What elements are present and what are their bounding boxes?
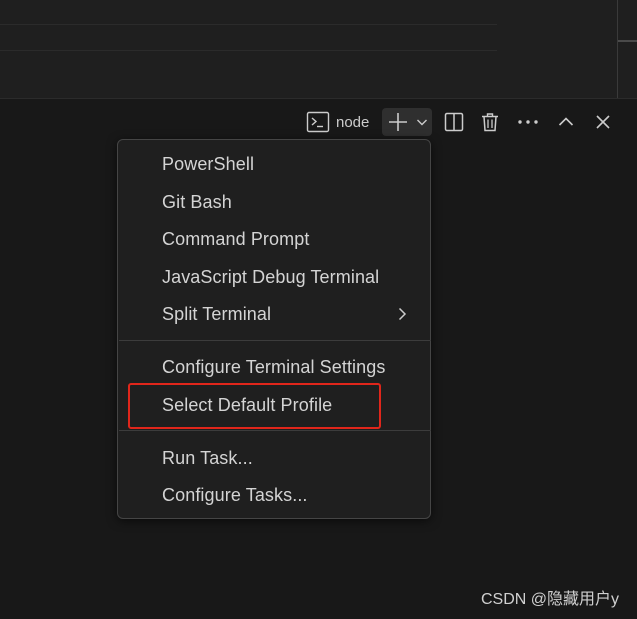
- editor-scrollbar-track: [617, 0, 618, 98]
- annotation-highlight-box: [128, 383, 381, 429]
- split-terminal-button[interactable]: [441, 108, 467, 136]
- split-terminal-icon: [444, 112, 464, 132]
- menu-item-configure-tasks[interactable]: Configure Tasks...: [118, 478, 430, 512]
- menu-separator: [119, 430, 431, 431]
- kill-terminal-button[interactable]: [477, 108, 503, 136]
- menu-item-split-terminal[interactable]: Split Terminal: [118, 297, 430, 331]
- menu-item-configure-terminal-settings[interactable]: Configure Terminal Settings: [118, 350, 430, 384]
- ellipsis-icon: [518, 120, 538, 124]
- close-panel-button[interactable]: [590, 108, 616, 136]
- trash-icon: [482, 113, 498, 132]
- launch-profile-menu: PowerShell Git Bash Command Prompt JavaS…: [117, 139, 431, 519]
- maximize-panel-button[interactable]: [553, 108, 579, 136]
- chevron-right-icon: [398, 307, 407, 321]
- watermark: CSDN @隐藏用户y: [480, 591, 619, 608]
- new-terminal-button[interactable]: [384, 108, 412, 136]
- editor-line: [0, 50, 497, 51]
- chevron-down-icon: [417, 119, 427, 126]
- menu-item-run-task[interactable]: Run Task...: [118, 441, 430, 475]
- menu-separator: [119, 340, 431, 341]
- chevron-up-icon: [558, 117, 574, 126]
- more-actions-button[interactable]: [515, 108, 541, 136]
- terminal-tab[interactable]: node: [306, 108, 378, 136]
- plus-icon: [389, 113, 407, 131]
- menu-item-git-bash[interactable]: Git Bash: [118, 185, 430, 219]
- menu-item-label: Split Terminal: [162, 303, 272, 324]
- menu-item-label: Configure Tasks...: [162, 484, 308, 505]
- menu-item-label: JavaScript Debug Terminal: [162, 266, 380, 287]
- terminal-tab-label: node: [336, 113, 370, 131]
- editor-scrollbar-marker: [618, 40, 637, 42]
- close-icon: [596, 115, 610, 129]
- terminal-icon: [306, 111, 330, 133]
- vscode-window: node PowerShell Git Bash Command Prompt …: [0, 0, 637, 619]
- editor-area: [0, 0, 637, 98]
- menu-item-label: Run Task...: [162, 447, 253, 468]
- editor-line: [0, 24, 497, 25]
- menu-item-label: PowerShell: [162, 153, 255, 174]
- menu-item-label: Git Bash: [162, 191, 232, 212]
- menu-item-command-prompt[interactable]: Command Prompt: [118, 222, 430, 256]
- menu-item-powershell[interactable]: PowerShell: [118, 147, 430, 181]
- menu-item-label: Command Prompt: [162, 228, 310, 249]
- menu-item-label: Configure Terminal Settings: [162, 356, 386, 377]
- menu-item-javascript-debug-terminal[interactable]: JavaScript Debug Terminal: [118, 260, 430, 294]
- launch-profile-dropdown[interactable]: [412, 108, 432, 136]
